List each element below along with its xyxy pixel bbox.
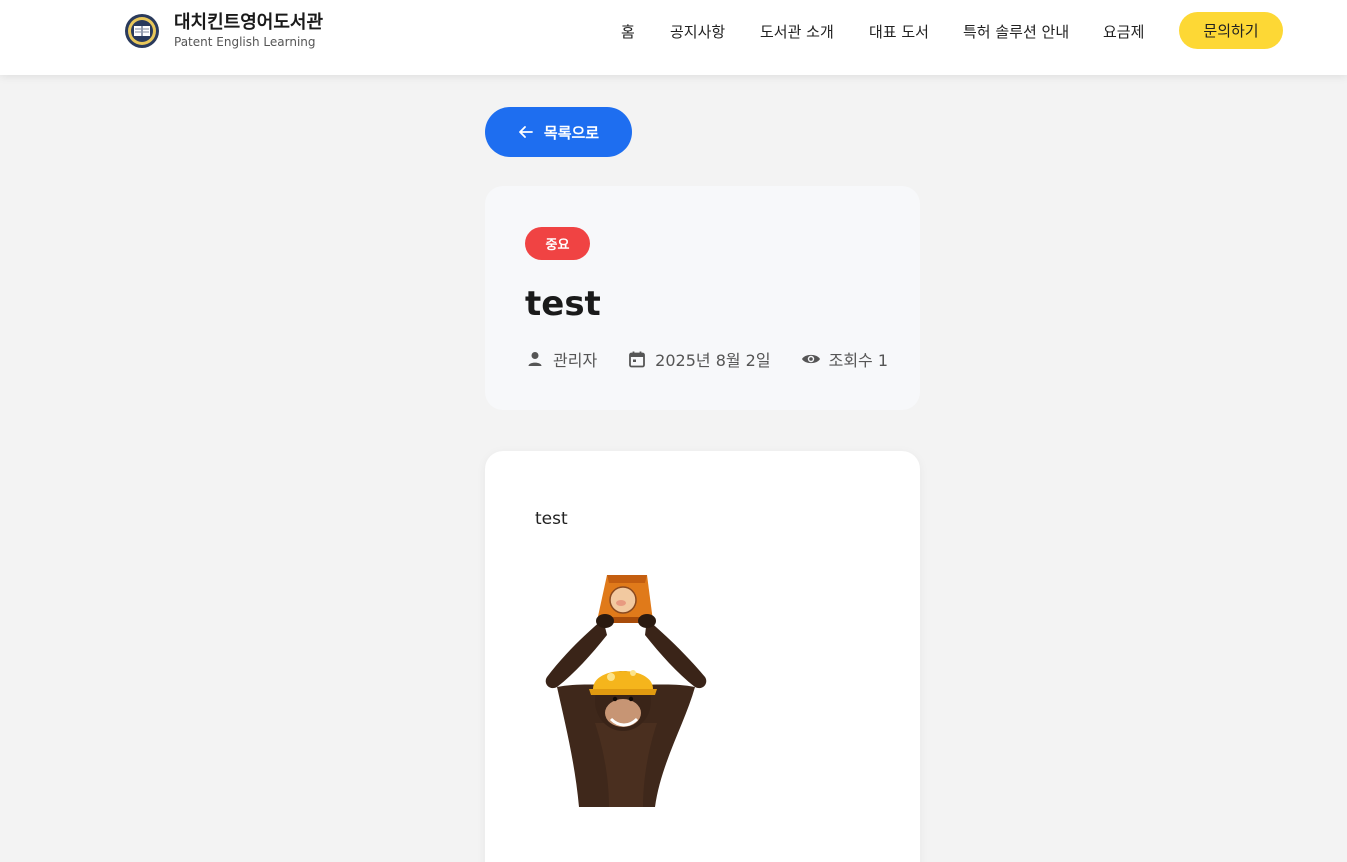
view-count: 조회수 1 <box>828 351 889 370</box>
person-icon <box>528 352 542 366</box>
back-to-list-button[interactable]: 목록으로 <box>485 107 632 157</box>
contact-button[interactable]: 문의하기 <box>1179 12 1283 49</box>
post-image-monkey-holding-box <box>545 575 707 807</box>
meta-views: 조회수 1 <box>801 347 888 371</box>
contact-button-label: 문의하기 <box>1203 22 1259 40</box>
eye-icon <box>801 354 820 364</box>
arrow-left-icon <box>518 126 533 138</box>
site-header: 대치킨트영어도서관 Patent English Learning 홈 공지사항… <box>0 0 1347 75</box>
meta-author: 관리자 <box>525 347 597 371</box>
importance-badge-label: 중요 <box>545 238 570 253</box>
nav-home[interactable]: 홈 <box>621 21 635 42</box>
logo-subtitle: Patent English Learning <box>174 35 316 49</box>
nav-notices[interactable]: 공지사항 <box>670 21 725 42</box>
meta-date: 2025년 8월 2일 <box>627 347 771 371</box>
nav-patent-solutions[interactable]: 특허 솔루션 안내 <box>963 21 1069 42</box>
back-to-list-label: 목록으로 <box>543 123 600 142</box>
nav-featured-books[interactable]: 대표 도서 <box>869 21 929 42</box>
post-body-text: test <box>535 509 568 529</box>
library-emblem-icon <box>125 14 159 48</box>
site-logo[interactable]: 대치킨트영어도서관 Patent English Learning <box>124 12 323 50</box>
post-header-card: 중요 test 관리자 2025년 8월 2일 조회수 1 <box>485 186 920 410</box>
author-name: 관리자 <box>553 351 598 370</box>
nav-about[interactable]: 도서관 소개 <box>760 21 834 42</box>
logo-title: 대치킨트영어도서관 <box>174 12 324 33</box>
importance-badge: 중요 <box>525 227 590 260</box>
nav-pricing[interactable]: 요금제 <box>1103 21 1144 42</box>
post-title: test <box>525 284 601 324</box>
post-meta: 관리자 2025년 8월 2일 조회수 1 <box>525 347 888 371</box>
post-content-card: test <box>485 451 920 862</box>
calendar-icon <box>629 351 646 368</box>
post-date: 2025년 8월 2일 <box>655 351 771 370</box>
